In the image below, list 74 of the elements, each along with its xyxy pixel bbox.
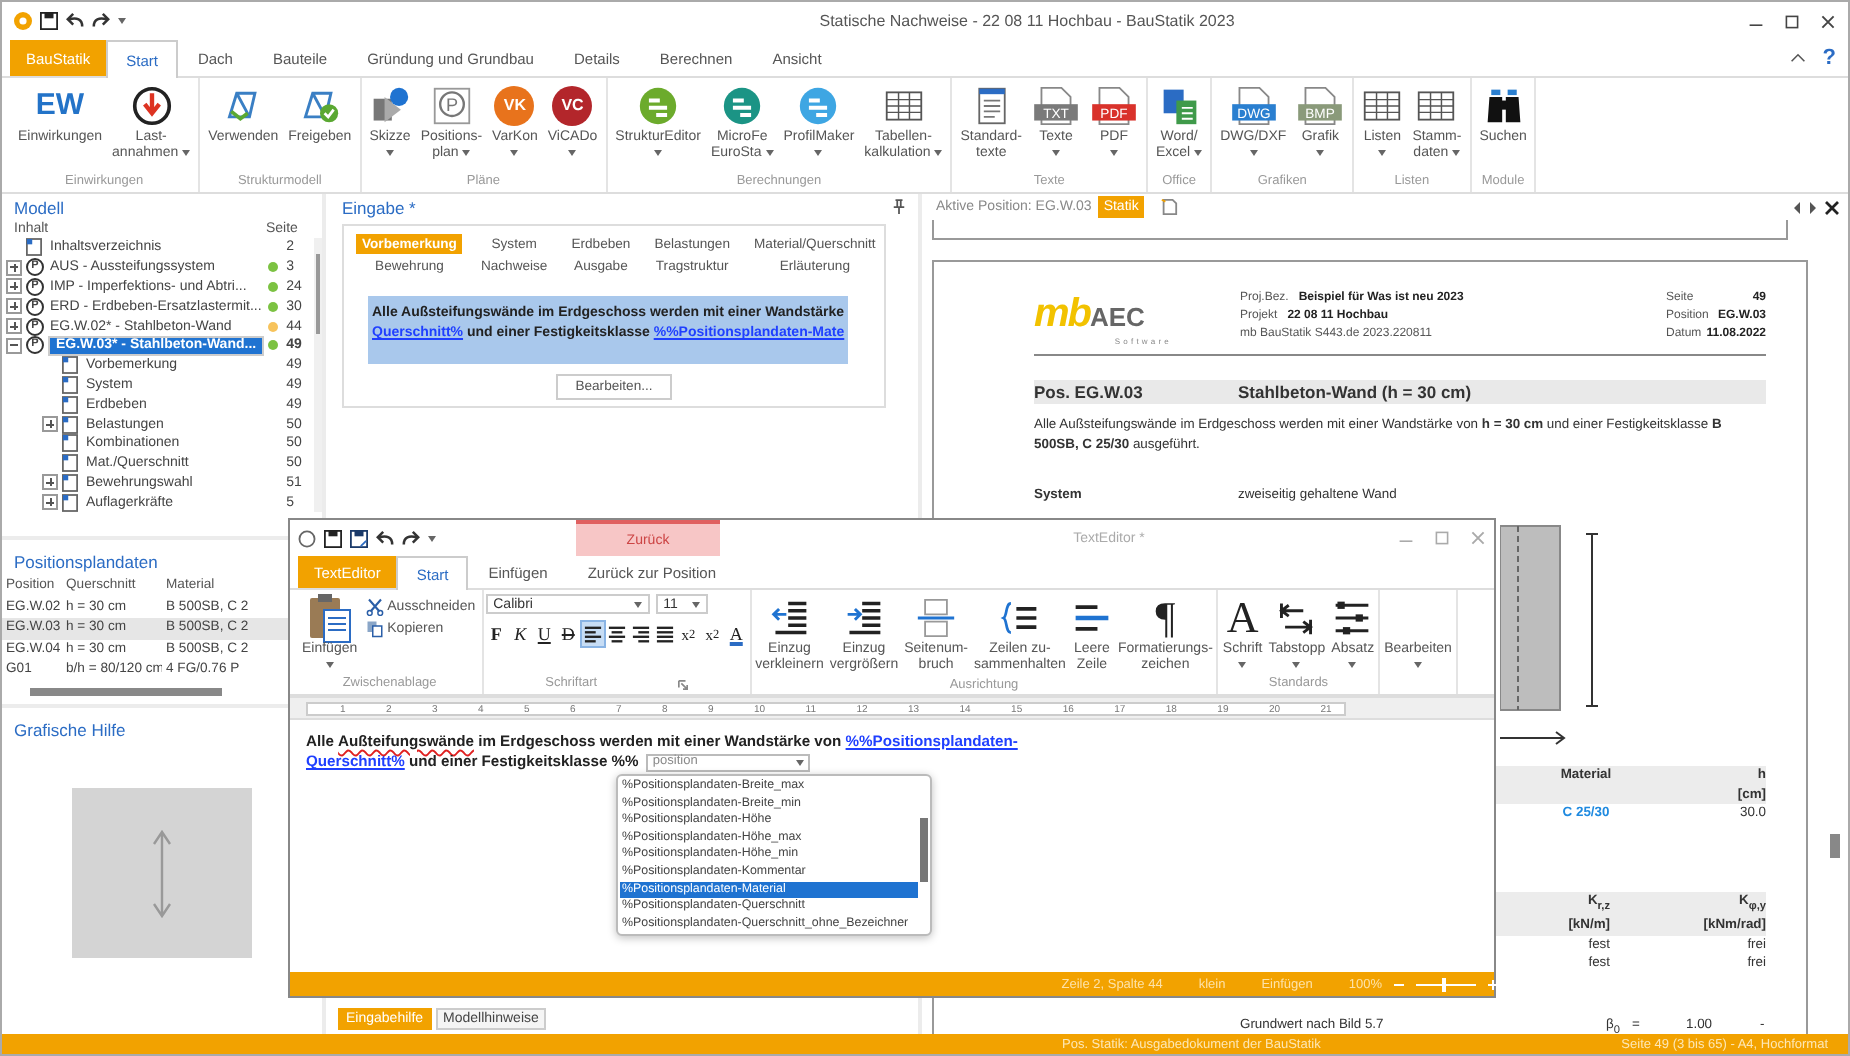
document-icon: [26, 238, 42, 257]
tab-navigation-icon[interactable]: [1792, 199, 1840, 215]
scissors-icon: [365, 598, 384, 616]
zoom-in-icon[interactable]: [1488, 979, 1498, 989]
app-logo-icon: VK: [494, 86, 535, 126]
format-button[interactable]: F: [485, 622, 508, 646]
collapse-icon[interactable]: [6, 337, 22, 354]
format-button[interactable]: A: [725, 622, 748, 646]
format-button[interactable]: U: [533, 622, 556, 646]
align-button[interactable]: [581, 622, 604, 646]
expand-icon[interactable]: [42, 416, 58, 433]
app-logo-icon: [298, 529, 316, 547]
panel-title: Eingabe *: [342, 197, 416, 217]
truss-check-icon: [299, 86, 340, 126]
expand-icon[interactable]: [6, 278, 22, 295]
undo-icon[interactable]: [376, 529, 394, 547]
align-button[interactable]: [605, 622, 628, 646]
scrollbar[interactable]: [314, 238, 322, 513]
logo-icon: EW: [35, 86, 85, 126]
caret-icon: [691, 601, 700, 607]
documents-icon: [1159, 86, 1200, 126]
paragraph-spacing-icon: [1332, 598, 1373, 638]
table-icon: [883, 86, 924, 126]
plan-icon: P: [431, 86, 472, 126]
copy-icon: [365, 620, 384, 638]
align-left-icon: [583, 625, 602, 643]
indent-increase-icon: [843, 598, 884, 638]
expand-icon[interactable]: [6, 298, 22, 315]
table-icon: [1416, 86, 1457, 126]
align-button[interactable]: [653, 622, 676, 646]
indent-decrease-icon: [769, 598, 810, 638]
shapes-icon: [370, 86, 410, 126]
align-right-icon: [631, 625, 650, 643]
brace-lines-icon: [999, 598, 1040, 638]
expand-icon[interactable]: [42, 474, 58, 491]
dialog-launcher-icon[interactable]: [677, 679, 688, 689]
new-document-icon[interactable]: [1160, 198, 1179, 216]
help-button[interactable]: ?: [1818, 40, 1848, 76]
position-title: Stahlbeton-Wand (h = 30 cm): [1238, 382, 1472, 402]
redo-icon[interactable]: [92, 12, 110, 30]
app-logo-icon: VC: [552, 86, 593, 126]
page-break-icon: [916, 598, 957, 638]
undo-icon[interactable]: [66, 12, 84, 30]
caret-icon: [118, 18, 126, 24]
app-logo-icon: [14, 12, 32, 30]
binoculars-icon: [1483, 86, 1524, 126]
panel-title: Modell: [14, 197, 65, 217]
position-number: Pos. EG.W.03: [1034, 382, 1145, 402]
table-icon: [1362, 86, 1403, 126]
collapse-ribbon-icon[interactable]: [1790, 52, 1807, 64]
window-title: Statische Nachweise - 22 08 11 Hochbau - BauStatik 2023: [817, 12, 1237, 30]
expand-icon[interactable]: [6, 318, 22, 335]
save-icon[interactable]: [324, 529, 342, 547]
scrollbar[interactable]: [30, 687, 222, 696]
format-button[interactable]: D: [557, 622, 580, 646]
caret-icon: [796, 759, 805, 765]
caret-icon: [633, 601, 642, 607]
expand-icon[interactable]: [6, 259, 22, 276]
clipboard-icon: [307, 592, 352, 644]
redo-icon[interactable]: [402, 529, 420, 547]
close-icon[interactable]: [1820, 13, 1836, 29]
align-button[interactable]: [629, 622, 652, 646]
save-icon[interactable]: [40, 12, 58, 30]
save-as-icon[interactable]: [350, 529, 368, 547]
maximize-icon[interactable]: [1784, 13, 1800, 29]
caret-icon: [428, 535, 436, 541]
format-button[interactable]: K: [509, 622, 532, 646]
tab-stop-icon: [1276, 598, 1317, 638]
pin-icon[interactable]: [892, 198, 906, 216]
align-center-icon: [607, 625, 626, 643]
glyph-icon: ¶: [1155, 596, 1176, 640]
expand-icon[interactable]: [42, 494, 58, 511]
justify-icon: [655, 625, 674, 643]
glyph-icon: A: [1226, 596, 1259, 640]
